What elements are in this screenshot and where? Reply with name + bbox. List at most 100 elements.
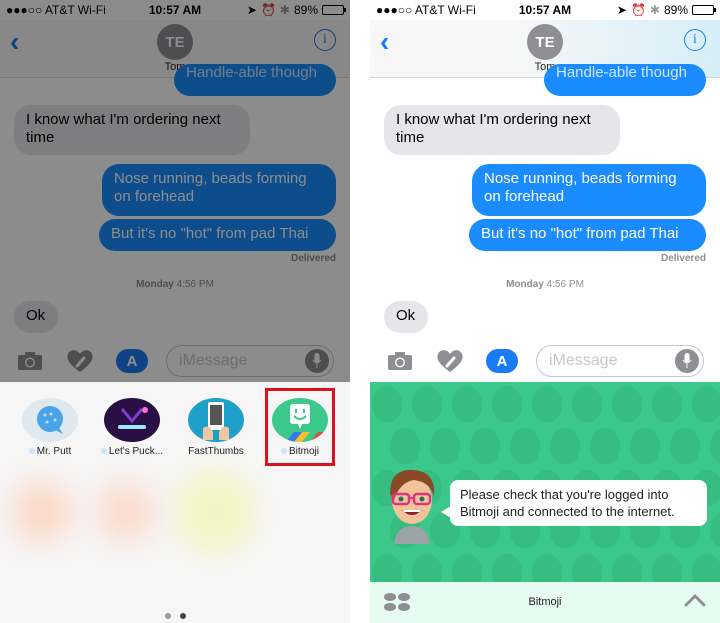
- status-right: ➤ ⏰ ✱ 89%: [616, 3, 716, 17]
- timestamp-day: Monday: [506, 279, 544, 290]
- alarm-icon: ⏰: [630, 3, 646, 17]
- app-lets-puck[interactable]: Let's Puck...: [92, 398, 172, 457]
- pattern-face: [510, 428, 540, 464]
- contact-avatar[interactable]: TE: [157, 24, 193, 60]
- camera-icon[interactable]: [16, 348, 44, 374]
- alarm-icon: ⏰: [260, 3, 276, 17]
- back-button[interactable]: ‹: [380, 28, 389, 56]
- pattern-face: [710, 428, 720, 464]
- pattern-face: [532, 554, 562, 582]
- pattern-face: [372, 554, 402, 582]
- message-input[interactable]: [179, 352, 299, 370]
- blurred-app-icon: [175, 472, 255, 552]
- pattern-face: [612, 386, 642, 422]
- message-thread: Handle-able though I know what I'm order…: [370, 64, 720, 340]
- pattern-face: [470, 428, 500, 464]
- message-bubble[interactable]: But it's no "hot" from pad Thai: [469, 219, 706, 251]
- input-bar: A: [0, 340, 350, 382]
- bluetooth-icon: ✱: [279, 3, 290, 17]
- battery-percent: 89%: [663, 3, 688, 17]
- timestamp: Monday 4:56 PM: [0, 279, 350, 290]
- battery-icon: [692, 5, 716, 15]
- timestamp: Monday 4:56 PM: [370, 279, 720, 290]
- message-bubble[interactable]: Handle-able though: [544, 64, 706, 96]
- message-bubble[interactable]: Nose running, beads forming on forehead: [472, 164, 706, 216]
- battery-icon: [322, 5, 346, 15]
- pattern-face: [492, 386, 522, 422]
- bitmoji-footer: Bitmoji: [370, 582, 720, 623]
- app-mr-putt[interactable]: Mr. Putt: [10, 398, 90, 457]
- chevron-up-icon[interactable]: [684, 592, 706, 608]
- pattern-face: [710, 512, 720, 548]
- bitmoji-footer-title: Bitmoji: [528, 596, 562, 608]
- location-icon: ➤: [616, 3, 627, 17]
- imessage-field[interactable]: [166, 345, 334, 377]
- status-bar: ●●●○○ AT&T Wi-Fi 10:57 AM ➤ ⏰ ✱ 89%: [0, 0, 350, 20]
- bitmoji-highlight-box: [265, 388, 335, 466]
- message-bubble[interactable]: Handle-able though: [174, 64, 336, 96]
- pattern-face: [430, 428, 460, 464]
- app-store-icon[interactable]: A: [116, 349, 148, 373]
- app-label: Let's Puck...: [92, 446, 172, 457]
- pattern-face: [670, 428, 700, 464]
- pattern-face: [452, 386, 482, 422]
- message-bubble[interactable]: I know what I'm ordering next time: [384, 105, 620, 155]
- microphone-icon[interactable]: [675, 349, 699, 373]
- blurred-app-icon: [12, 482, 72, 542]
- app-store-icon[interactable]: A: [486, 349, 518, 373]
- pattern-face: [572, 554, 602, 582]
- pattern-face: [692, 554, 720, 582]
- pattern-face: [492, 554, 522, 582]
- message-bubble[interactable]: Ok: [384, 301, 428, 333]
- pattern-face: [572, 386, 602, 422]
- pattern-face: [390, 428, 420, 464]
- blurred-app-icon: [95, 482, 155, 542]
- message-bubble[interactable]: Ok: [14, 301, 58, 333]
- page-dot-active[interactable]: [179, 613, 186, 619]
- delivered-status: Delivered: [290, 253, 336, 264]
- pattern-face: [630, 428, 660, 464]
- pattern-face: [652, 386, 682, 422]
- pattern-face: [652, 554, 682, 582]
- timestamp-time: 4:56 PM: [546, 279, 584, 290]
- status-bar: ●●●○○ AT&T Wi-Fi 10:57 AM ➤ ⏰ ✱ 89%: [370, 0, 720, 20]
- camera-icon[interactable]: [386, 348, 414, 374]
- battery-percent: 89%: [293, 3, 318, 17]
- message-thread: Handle-able though I know what I'm order…: [0, 64, 350, 340]
- page-indicator[interactable]: [0, 613, 350, 619]
- left-screen: ●●●○○ AT&T Wi-Fi 10:57 AM ➤ ⏰ ✱ 89% ‹ TE…: [0, 0, 350, 623]
- heart-hand-icon[interactable]: [436, 348, 464, 374]
- page-dot[interactable]: [164, 613, 171, 619]
- location-icon: ➤: [246, 3, 257, 17]
- app-fastthumbs[interactable]: FastThumbs: [176, 398, 256, 457]
- pattern-face: [612, 554, 642, 582]
- contact-avatar[interactable]: TE: [527, 24, 563, 60]
- microphone-icon[interactable]: [305, 349, 329, 373]
- message-bubble[interactable]: I know what I'm ordering next time: [14, 105, 250, 155]
- error-speech-bubble: Please check that you're logged into Bit…: [441, 480, 707, 526]
- pattern-face: [412, 386, 442, 422]
- back-button[interactable]: ‹: [10, 28, 19, 56]
- info-button[interactable]: i: [684, 29, 706, 51]
- bitmoji-panel: Please check that you're logged into Bit…: [370, 382, 720, 582]
- message-bubble[interactable]: Nose running, beads forming on forehead: [102, 164, 336, 216]
- imessage-field[interactable]: [536, 345, 704, 377]
- pattern-face: [692, 386, 720, 422]
- phone-hands-icon: [188, 398, 244, 442]
- input-bar: A: [370, 340, 720, 382]
- app-label: FastThumbs: [188, 446, 244, 457]
- info-button[interactable]: i: [314, 29, 336, 51]
- status-right: ➤ ⏰ ✱ 89%: [246, 3, 346, 17]
- pattern-face: [372, 386, 402, 422]
- message-bubble[interactable]: But it's no "hot" from pad Thai: [99, 219, 336, 251]
- message-input[interactable]: [549, 352, 669, 370]
- puck-icon: [104, 398, 160, 442]
- golf-ball-icon: [22, 398, 78, 442]
- bitmoji-avatar: [384, 464, 440, 544]
- heart-hand-icon[interactable]: [66, 348, 94, 374]
- pattern-face: [412, 554, 442, 582]
- pattern-face: [452, 554, 482, 582]
- delivered-status: Delivered: [660, 253, 706, 264]
- pattern-face: [532, 386, 562, 422]
- app-label: Mr. Putt: [10, 446, 90, 457]
